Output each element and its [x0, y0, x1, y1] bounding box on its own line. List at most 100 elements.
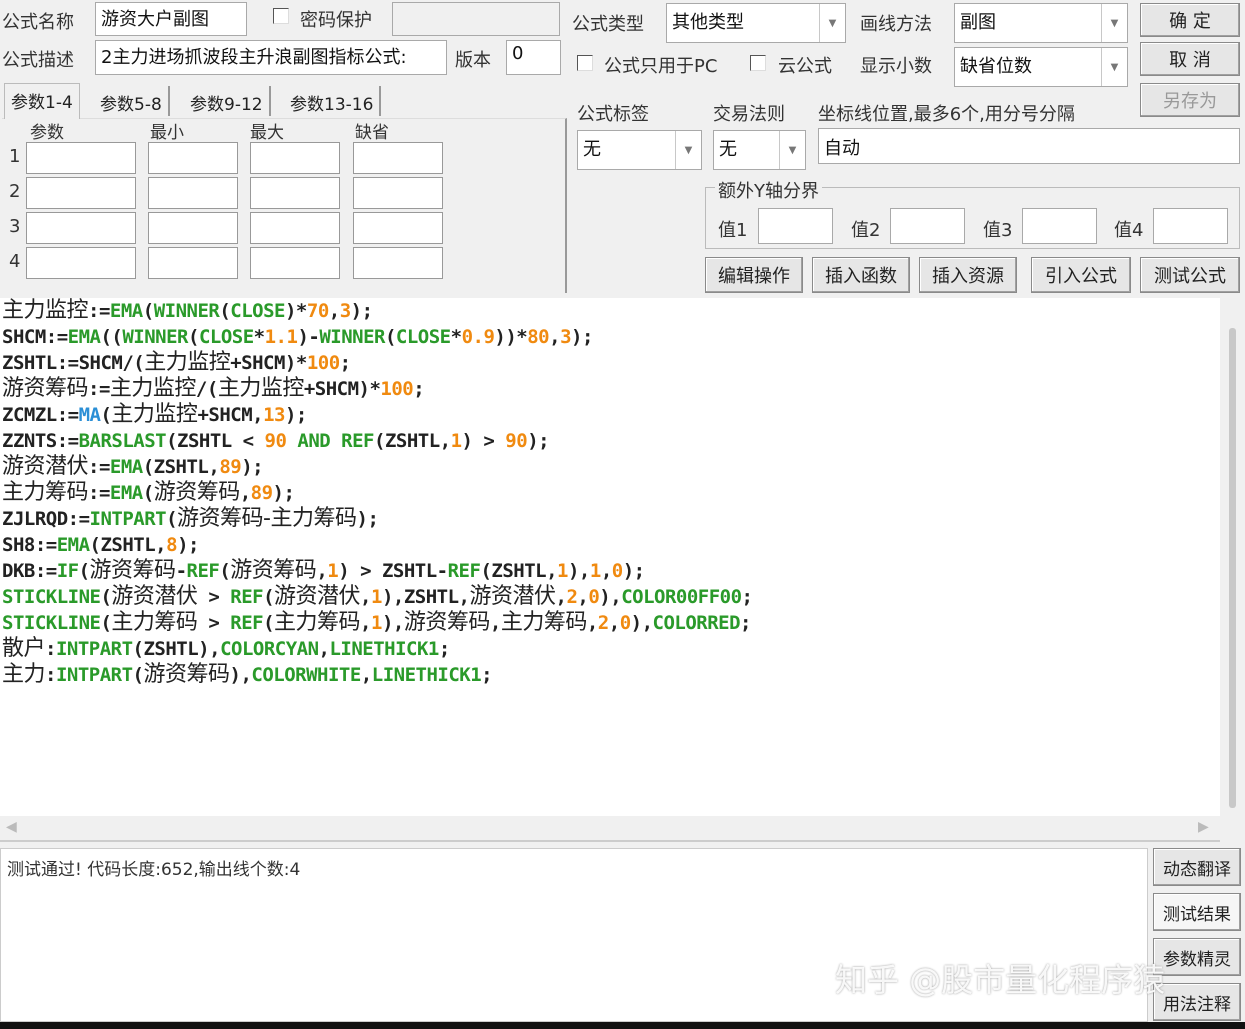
code-token: ),	[567, 560, 590, 582]
param-input[interactable]	[250, 247, 340, 279]
tab-params-5-8[interactable]: 参数5-8	[94, 86, 170, 116]
code-token: 89	[219, 456, 242, 478]
code-token: MA	[78, 404, 101, 426]
code-token: ),ZSHTL,	[381, 586, 470, 608]
param-input[interactable]	[250, 212, 340, 244]
y-value-4-input[interactable]	[1153, 208, 1228, 244]
code-token: :=	[88, 456, 110, 478]
formula-type-label: 公式类型	[572, 14, 644, 35]
password-input[interactable]	[392, 2, 560, 36]
code-token: REF	[230, 586, 264, 608]
draw-method-select[interactable]: 副图 ▼	[954, 3, 1128, 43]
param-input[interactable]	[353, 142, 443, 174]
decimal-select[interactable]: 缺省位数 ▼	[954, 47, 1128, 87]
code-token: ZSHTL:=SHCM/(	[2, 352, 145, 374]
code-token: 主力监控	[109, 376, 197, 401]
trade-rule-select[interactable]: 无 ▼	[713, 130, 806, 170]
tab-params-9-12[interactable]: 参数9-12	[184, 86, 271, 116]
scroll-right-icon[interactable]: ▶	[1198, 819, 1209, 835]
code-token: WINNER	[319, 326, 385, 348]
param-input[interactable]	[353, 177, 443, 209]
code-token: (ZSHTL,	[142, 456, 220, 478]
edit-operation-button[interactable]: 编辑操作	[705, 257, 803, 293]
y-value-3-label: 值3	[983, 220, 1013, 241]
code-token: ;	[481, 664, 493, 686]
param-input[interactable]	[148, 247, 238, 279]
code-token: 主力筹码	[500, 610, 588, 635]
code-token: );	[177, 534, 199, 556]
param-input[interactable]	[26, 177, 136, 209]
code-token: ),	[381, 612, 404, 634]
code-line: 游资潜伏:=EMA(ZSHTL,89);	[0, 454, 1220, 480]
code-token: 1	[450, 430, 462, 452]
code-token: )-	[297, 326, 320, 348]
chevron-down-icon: ▼	[1101, 4, 1127, 42]
test-result-button[interactable]: 测试结果	[1153, 893, 1241, 931]
test-formula-button[interactable]: 测试公式	[1140, 257, 1240, 293]
code-token: *	[253, 326, 265, 348]
param-input[interactable]	[26, 247, 136, 279]
insert-resource-button[interactable]: 插入资源	[919, 257, 1017, 293]
param-input[interactable]	[148, 177, 238, 209]
code-editor[interactable]: 主力监控:=EMA(WINNER(CLOSE)*70,3); SHCM:=EMA(…	[0, 298, 1220, 816]
cancel-button[interactable]: 取 消	[1140, 42, 1240, 76]
usage-notes-button[interactable]: 用法注释	[1153, 983, 1241, 1021]
code-token: (ZSHTL <	[166, 430, 265, 452]
code-token: ),	[229, 664, 252, 686]
param-input[interactable]	[250, 142, 340, 174]
formula-type-select[interactable]: 其他类型 ▼	[666, 3, 846, 43]
scroll-left-icon[interactable]: ◀	[6, 819, 17, 835]
dynamic-translate-button[interactable]: 动态翻译	[1153, 848, 1241, 886]
param-input[interactable]	[148, 142, 238, 174]
param-input[interactable]	[250, 177, 340, 209]
chevron-down-icon: ▼	[675, 131, 701, 169]
code-token: )*	[284, 300, 307, 322]
code-line: 散户:INTPART(ZSHTL),COLORCYAN,LINETHICK1;	[0, 636, 1220, 662]
code-token: :	[45, 664, 56, 686]
trade-rule-value: 无	[719, 139, 737, 160]
y-value-2-input[interactable]	[890, 208, 965, 244]
y-value-3-input[interactable]	[1022, 208, 1097, 244]
code-token: ),	[630, 612, 653, 634]
code-token: 89	[250, 482, 273, 504]
cloud-checkbox[interactable]	[750, 55, 766, 71]
code-token: ,	[239, 482, 251, 504]
vertical-scrollbar[interactable]	[1220, 298, 1245, 816]
code-token: 游资筹码	[403, 610, 491, 635]
tab-params-1-4[interactable]: 参数1-4	[4, 83, 80, 119]
axis-position-input[interactable]: 自动	[818, 128, 1240, 164]
formula-desc-input[interactable]: 2主力进场抓波段主升浪副图指标公式:	[95, 40, 447, 75]
code-token: (ZSHTL,	[480, 560, 558, 582]
save-as-button[interactable]: 另存为	[1140, 83, 1240, 117]
code-token: 游资筹码	[89, 558, 177, 583]
password-checkbox[interactable]	[273, 8, 289, 24]
tab-params-13-16[interactable]: 参数13-16	[284, 86, 382, 116]
pc-only-checkbox[interactable]	[577, 55, 593, 71]
formula-name-input[interactable]: 游资大户副图	[95, 2, 247, 36]
param-wizard-button[interactable]: 参数精灵	[1153, 938, 1241, 976]
param-input[interactable]	[26, 142, 136, 174]
ok-button[interactable]: 确 定	[1140, 3, 1240, 37]
code-token: 0	[611, 560, 623, 582]
code-token: 2	[597, 612, 609, 634]
scrollbar-thumb[interactable]	[1229, 328, 1236, 808]
code-token: REF	[447, 560, 481, 582]
insert-function-button[interactable]: 插入函数	[812, 257, 910, 293]
code-token: INTPART	[55, 638, 133, 660]
param-input[interactable]	[148, 212, 238, 244]
code-token: );	[571, 326, 593, 348]
param-row-number: 3	[9, 216, 21, 237]
code-token: AND	[297, 430, 331, 452]
param-input[interactable]	[353, 247, 443, 279]
horizontal-scrollbar[interactable]: ◀ ▶	[0, 816, 1220, 842]
y-value-1-input[interactable]	[758, 208, 833, 244]
code-token: ) > ZSHTL-	[338, 560, 448, 582]
code-token: 主力监控	[111, 402, 198, 427]
param-input[interactable]	[353, 212, 443, 244]
formula-tag-select[interactable]: 无 ▼	[577, 130, 702, 170]
import-formula-button[interactable]: 引入公式	[1031, 257, 1131, 293]
code-token: 1	[327, 560, 339, 582]
code-token: ,	[608, 612, 620, 634]
version-input[interactable]: 0	[506, 40, 561, 75]
param-input[interactable]	[26, 212, 136, 244]
